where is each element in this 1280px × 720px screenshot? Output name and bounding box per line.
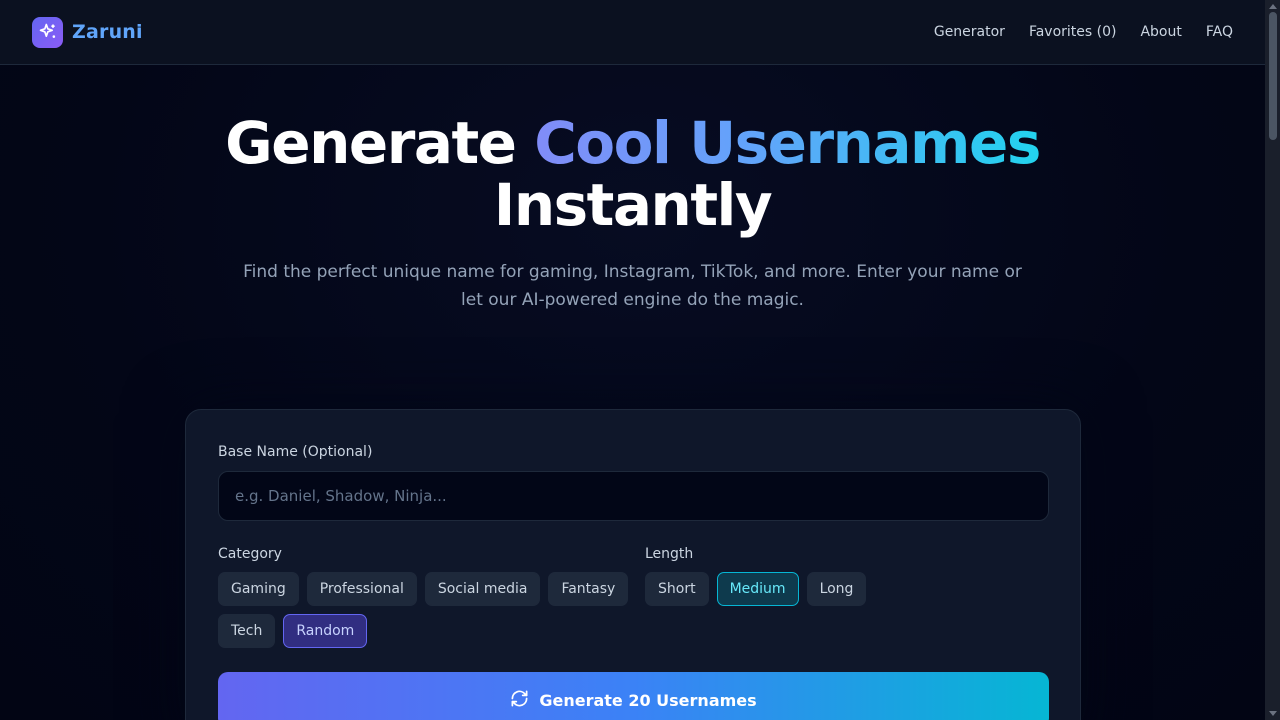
nav-faq[interactable]: FAQ (1206, 24, 1233, 40)
nav-generator[interactable]: Generator (934, 24, 1005, 40)
nav-about[interactable]: About (1140, 24, 1181, 40)
category-random[interactable]: Random (283, 614, 368, 648)
brand-name: Zaruni (72, 21, 143, 43)
category-gaming[interactable]: Gaming (218, 572, 299, 606)
hero-title-prefix: Generate (225, 109, 517, 177)
hero: Generate Cool Usernames Instantly Find t… (0, 112, 1265, 314)
length-short[interactable]: Short (645, 572, 709, 606)
page-scrollbar[interactable] (1265, 0, 1280, 720)
category-label: Category (218, 546, 282, 562)
length-medium[interactable]: Medium (716, 572, 799, 606)
hero-subtitle: Find the perfect unique name for gaming,… (243, 262, 1022, 310)
generate-button[interactable]: Generate 20 Usernames (218, 672, 1049, 720)
category-tech[interactable]: Tech (218, 614, 276, 648)
length-long[interactable]: Long (806, 572, 867, 606)
category-fantasy[interactable]: Fantasy (548, 572, 629, 606)
hero-title: Generate Cool Usernames Instantly (0, 112, 1265, 236)
length-label: Length (645, 546, 694, 562)
scrollbar-thumb[interactable] (1269, 12, 1277, 140)
base-name-input[interactable] (218, 471, 1049, 521)
length-options: Short Medium Long (645, 572, 867, 606)
hero-title-suffix: Instantly (493, 171, 773, 239)
brand[interactable]: Zaruni (32, 16, 143, 48)
category-professional[interactable]: Professional (306, 572, 417, 606)
generate-button-label: Generate 20 Usernames (539, 690, 757, 710)
category-social-media[interactable]: Social media (424, 572, 541, 606)
generator-card: Base Name (Optional) Category Gaming Pro… (185, 409, 1081, 720)
scroll-up-icon[interactable] (1269, 4, 1277, 9)
hero-title-highlight: Cool Usernames (534, 109, 1041, 177)
nav-favorites[interactable]: Favorites (0) (1029, 24, 1117, 40)
top-navbar: Zaruni Generator Favorites (0) About FAQ (0, 0, 1265, 65)
base-name-label: Base Name (Optional) (218, 444, 373, 460)
refresh-icon (510, 689, 529, 712)
sparkles-icon (32, 16, 63, 48)
main-nav: Generator Favorites (0) About FAQ (934, 24, 1233, 40)
page: Zaruni Generator Favorites (0) About FAQ… (0, 0, 1280, 720)
category-options: Gaming Professional Social media Fantasy… (218, 572, 638, 648)
scroll-down-icon[interactable] (1269, 711, 1277, 716)
